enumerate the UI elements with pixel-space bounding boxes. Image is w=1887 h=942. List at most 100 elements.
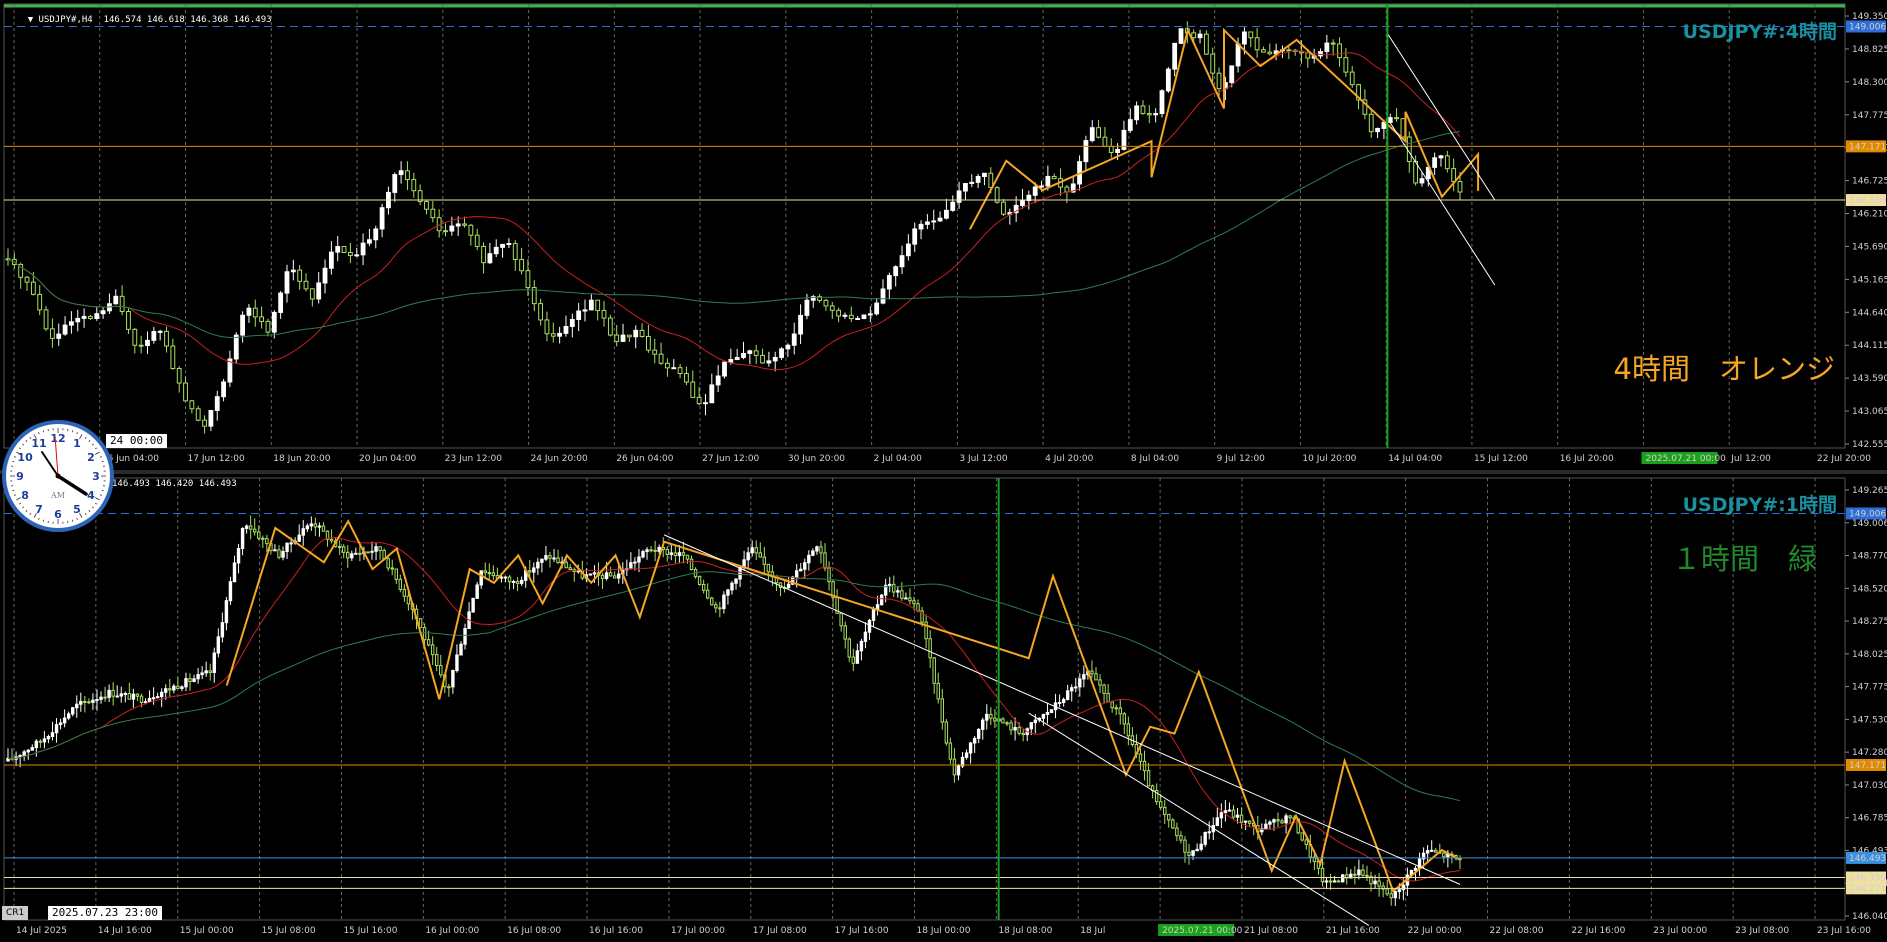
candle-body [912, 228, 918, 245]
candle-body [1179, 835, 1183, 841]
candle-body [281, 550, 285, 558]
x-tick-label: 21 Jul 08:00 [1244, 926, 1298, 936]
candle-body [836, 309, 842, 317]
candle-body [1248, 31, 1254, 39]
candle-body [1216, 72, 1222, 90]
candle-body [519, 579, 524, 584]
crosshair-time-h4: 24 00:00 [106, 434, 167, 448]
candle-body [426, 639, 431, 646]
candle-body [1318, 51, 1323, 57]
candle-body [576, 570, 580, 573]
y-tick-label: 148.275 [1852, 617, 1887, 627]
price-level-tag: 149.006 [1849, 509, 1886, 519]
candle-body [1057, 701, 1062, 704]
candle-body [1373, 880, 1377, 885]
plot-frame [3, 3, 1846, 449]
candle-body [900, 590, 904, 599]
candle-body [459, 643, 463, 656]
candle-body [367, 239, 372, 244]
candle-body [248, 525, 253, 530]
candle-body [126, 311, 131, 330]
candle-body [794, 570, 799, 578]
candle-body [328, 251, 334, 269]
candle-body [145, 339, 150, 347]
candle-body [1171, 819, 1175, 829]
candle-body [305, 525, 310, 530]
candle-body [75, 317, 81, 323]
chart-h1-canvas[interactable]: 14 Jul 2025 14 Jul 16:00 15 Jul 00:00 15 Ju… [0, 474, 1887, 942]
candle-body [83, 700, 87, 703]
candle-body [58, 722, 63, 726]
clock-tick [101, 489, 104, 492]
x-tick-label: 18 Jul [1080, 926, 1105, 936]
candle-body [1243, 820, 1248, 823]
clock-tick [42, 519, 45, 522]
x-tick-label: 30 Jun 20:00 [788, 454, 845, 464]
candle-body [200, 672, 204, 676]
candle-body [394, 568, 398, 580]
candle-body [398, 170, 404, 176]
candle-body [855, 318, 861, 321]
candle-body [528, 570, 532, 573]
candle-body [1183, 839, 1187, 853]
candle-body [848, 314, 854, 320]
clock-tick [101, 460, 104, 463]
candle-body [548, 555, 552, 559]
candle-body [1001, 201, 1006, 215]
clock-tick [25, 509, 28, 512]
candle-body [95, 698, 99, 701]
candle-body [1365, 874, 1369, 877]
candle-body [290, 269, 296, 273]
y-tick-label: 144.640 [1852, 308, 1887, 318]
chart-pane-h4[interactable]: 916 Jun 04:0017 Jun 12:0018 Jun 20:0020 … [0, 0, 1887, 470]
candle-body [982, 172, 987, 177]
candle-body [940, 698, 945, 723]
candle-body [1425, 850, 1430, 854]
candle-body [1032, 186, 1038, 196]
candle-body [1337, 43, 1342, 59]
price-level-tag: 149.006 [1849, 22, 1886, 32]
chart-pane-h1[interactable]: 14 Jul 2025 14 Jul 16:00 15 Jul 00:00 15 Ju… [0, 474, 1887, 942]
y-tick-label: 148.520 [1852, 584, 1887, 594]
candle-body [411, 179, 417, 192]
candle-body [75, 703, 79, 709]
clock-tick [99, 494, 103, 496]
clock-minute-hand [41, 451, 59, 477]
candle-body [500, 243, 505, 248]
candle-body [952, 758, 957, 776]
clock-tick [22, 443, 25, 446]
candle-body [451, 670, 455, 688]
candle-body [588, 573, 593, 576]
candle-body [430, 644, 435, 656]
candle-body [823, 299, 829, 307]
candle-body [544, 319, 550, 335]
candle-body [1158, 801, 1163, 808]
clock-tick [84, 512, 87, 516]
price-level-tag: 146.350 [1849, 196, 1886, 206]
candle-body [62, 717, 67, 724]
clock-tick [76, 431, 78, 435]
y-tick-label: 146.040 [1852, 912, 1887, 922]
chart-h4-canvas[interactable]: 916 Jun 04:0017 Jun 12:0018 Jun 20:0020 … [0, 0, 1887, 470]
candle-body [113, 295, 119, 305]
candle-body [899, 255, 905, 268]
collapse-arrow-icon[interactable]: ▼ [28, 15, 39, 25]
trend-channel-line [1028, 712, 1370, 926]
candle-body [645, 549, 649, 553]
clock-tick [22, 506, 25, 509]
candle-body [747, 350, 753, 354]
candle-body [798, 314, 803, 335]
clock-tick [18, 502, 22, 505]
candle-body [455, 654, 459, 672]
candle-body [1199, 843, 1203, 850]
candle-body [804, 299, 810, 316]
x-tick-label: 17 Jul 00:00 [671, 926, 725, 936]
candle-body [360, 242, 366, 256]
candle-body [658, 353, 664, 364]
candle-body [1089, 127, 1095, 142]
candle-body [766, 563, 771, 573]
candle-body [557, 332, 563, 337]
candle-body [1357, 869, 1361, 876]
candle-body [538, 303, 544, 321]
y-tick-label: 147.030 [1852, 781, 1887, 791]
